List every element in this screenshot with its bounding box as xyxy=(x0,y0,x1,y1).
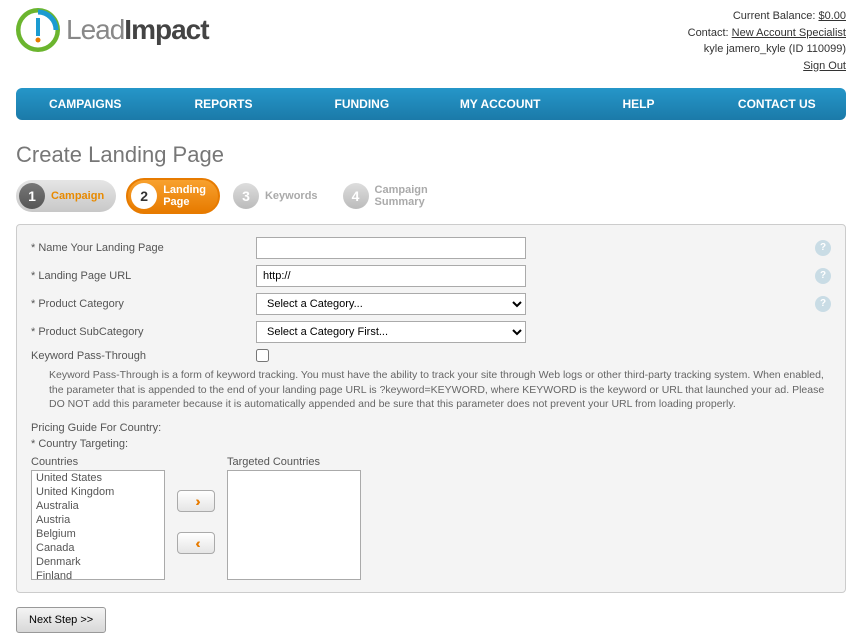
keyword-passthrough-checkbox[interactable] xyxy=(256,349,269,362)
main-nav: CAMPAIGNS REPORTS FUNDING MY ACCOUNT HEL… xyxy=(16,88,846,120)
product-subcategory-select[interactable]: Select a Category First... xyxy=(256,321,526,343)
step-label: Keywords xyxy=(265,190,318,202)
nav-funding[interactable]: FUNDING xyxy=(293,88,431,120)
list-item[interactable]: Canada xyxy=(32,541,164,555)
country-targeting-label: * Country Targeting: xyxy=(31,438,831,450)
nav-help[interactable]: HELP xyxy=(569,88,707,120)
user-id-line: kyle jamero_kyle (ID 110099) xyxy=(688,41,846,58)
list-item[interactable]: Austria xyxy=(32,513,164,527)
passthrough-label: Keyword Pass-Through xyxy=(31,350,256,362)
move-left-button[interactable]: ‹‹ xyxy=(177,532,215,554)
list-item[interactable]: Finland xyxy=(32,569,164,580)
step-summary[interactable]: 4 CampaignSummary xyxy=(340,180,440,212)
logo-text: LeadImpact xyxy=(66,14,209,46)
countries-list-label: Countries xyxy=(31,456,165,468)
step-landing-page[interactable]: 2 LandingPage xyxy=(126,178,220,214)
nav-reports[interactable]: REPORTS xyxy=(154,88,292,120)
targeted-countries-listbox[interactable] xyxy=(227,470,361,580)
step-label: Campaign xyxy=(51,190,104,202)
step-campaign[interactable]: 1 Campaign xyxy=(16,180,116,212)
contact-link[interactable]: New Account Specialist xyxy=(732,27,846,39)
nav-myaccount[interactable]: MY ACCOUNT xyxy=(431,88,569,120)
help-icon[interactable]: ? xyxy=(815,268,831,284)
wizard-steps: 1 Campaign 2 LandingPage 3 Keywords 4 Ca… xyxy=(16,178,846,214)
name-label: * Name Your Landing Page xyxy=(31,242,256,254)
logo-mark-icon xyxy=(16,8,60,52)
landing-page-url-input[interactable] xyxy=(256,265,526,287)
help-icon[interactable]: ? xyxy=(815,240,831,256)
list-item[interactable]: Belgium xyxy=(32,527,164,541)
logo: LeadImpact xyxy=(16,8,209,52)
page-title: Create Landing Page xyxy=(16,142,846,168)
list-item[interactable]: United Kingdom xyxy=(32,485,164,499)
step-label: CampaignSummary xyxy=(375,184,428,208)
logo-text-b: Impact xyxy=(124,14,208,45)
step-num: 1 xyxy=(19,183,45,209)
countries-listbox[interactable]: United StatesUnited KingdomAustraliaAust… xyxy=(31,470,165,580)
url-label: * Landing Page URL xyxy=(31,270,256,282)
move-right-button[interactable]: ›› xyxy=(177,490,215,512)
logo-text-a: Lead xyxy=(66,14,124,45)
step-num: 3 xyxy=(233,183,259,209)
list-item[interactable]: Denmark xyxy=(32,555,164,569)
form-panel: * Name Your Landing Page ? * Landing Pag… xyxy=(16,224,846,593)
landing-page-name-input[interactable] xyxy=(256,237,526,259)
list-item[interactable]: United States xyxy=(32,471,164,485)
account-info: Current Balance: $0.00 Contact: New Acco… xyxy=(688,8,846,74)
list-item[interactable]: Australia xyxy=(32,499,164,513)
passthrough-help-text: Keyword Pass-Through is a form of keywor… xyxy=(49,368,831,412)
contact-label: Contact: xyxy=(688,27,732,39)
step-num: 4 xyxy=(343,183,369,209)
step-keywords[interactable]: 3 Keywords xyxy=(230,180,330,212)
balance-link[interactable]: $0.00 xyxy=(818,10,846,22)
pricing-guide-label: Pricing Guide For Country: xyxy=(31,422,831,434)
targeted-countries-list-label: Targeted Countries xyxy=(227,456,361,468)
signout-link[interactable]: Sign Out xyxy=(803,60,846,72)
subcategory-label: * Product SubCategory xyxy=(31,326,256,338)
balance-label: Current Balance: xyxy=(733,10,819,22)
step-label: LandingPage xyxy=(163,184,206,208)
nav-campaigns[interactable]: CAMPAIGNS xyxy=(16,88,154,120)
nav-contactus[interactable]: CONTACT US xyxy=(708,88,846,120)
next-step-button[interactable]: Next Step >> xyxy=(16,607,106,633)
help-icon[interactable]: ? xyxy=(815,296,831,312)
step-num: 2 xyxy=(131,183,157,209)
category-label: * Product Category xyxy=(31,298,256,310)
product-category-select[interactable]: Select a Category... xyxy=(256,293,526,315)
